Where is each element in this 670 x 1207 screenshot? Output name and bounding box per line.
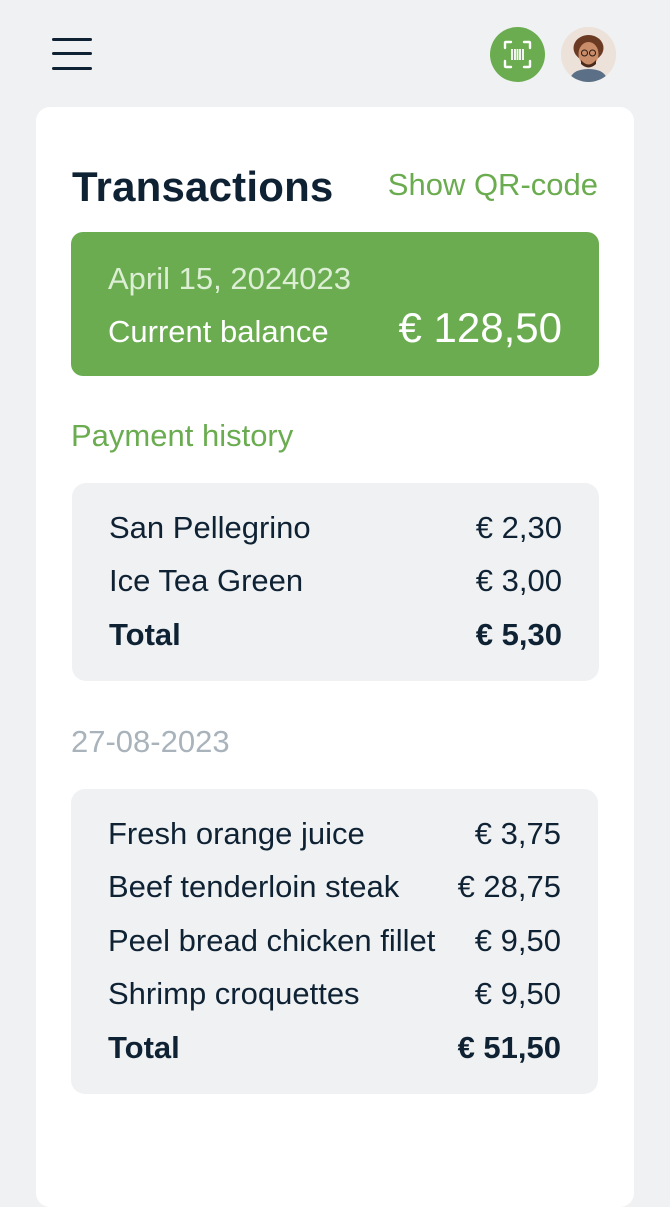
group-date: 27-08-2023 [71, 724, 230, 759]
item-price: € 28,75 [457, 869, 561, 904]
transaction-group: San Pellegrino € 2,30 Ice Tea Green € 3,… [72, 483, 599, 681]
transaction-group: Fresh orange juice € 3,75 Beef tenderloi… [71, 789, 598, 1094]
total-label: Total [109, 617, 181, 652]
item-name: Ice Tea Green [109, 563, 304, 598]
item-name: San Pellegrino [109, 510, 311, 545]
total-label: Total [108, 1030, 180, 1065]
transaction-row: Beef tenderloin steak € 28,75 [108, 869, 561, 909]
item-price: € 9,50 [474, 976, 561, 1011]
payment-history-heading: Payment history [71, 418, 294, 453]
item-price: € 3,75 [474, 816, 561, 851]
balance-date: April 15, 2024023 [108, 261, 352, 296]
barcode-scan-button[interactable] [490, 27, 545, 82]
item-name: Peel bread chicken fillet [108, 923, 436, 958]
top-bar [0, 0, 670, 106]
barcode-scan-icon [503, 40, 532, 69]
page-title: Transactions [72, 163, 334, 210]
hamburger-menu-icon[interactable] [50, 35, 94, 73]
item-price: € 2,30 [475, 510, 562, 545]
transactions-card: Transactions Show QR-code April 15, 2024… [36, 107, 634, 1207]
user-avatar[interactable] [561, 27, 616, 82]
total-amount: € 51,50 [457, 1030, 561, 1065]
transaction-row: Ice Tea Green € 3,00 [109, 563, 562, 603]
transaction-row: San Pellegrino € 2,30 [109, 510, 562, 550]
item-price: € 9,50 [474, 923, 561, 958]
balance-card: April 15, 2024023 Current balance € 128,… [71, 232, 599, 376]
balance-amount: € 128,50 [398, 304, 563, 351]
balance-label: Current balance [108, 314, 329, 349]
item-name: Shrimp croquettes [108, 976, 360, 1011]
item-name: Fresh orange juice [108, 816, 365, 851]
transaction-row: Fresh orange juice € 3,75 [108, 816, 561, 856]
total-row: Total € 5,30 [109, 617, 562, 657]
transaction-row: Shrimp croquettes € 9,50 [108, 976, 561, 1016]
transaction-row: Peel bread chicken fillet € 9,50 [108, 923, 561, 963]
show-qr-code-link[interactable]: Show QR-code [388, 167, 598, 203]
item-price: € 3,00 [475, 563, 562, 598]
item-name: Beef tenderloin steak [108, 869, 400, 904]
total-row: Total € 51,50 [108, 1030, 561, 1070]
total-amount: € 5,30 [475, 617, 562, 652]
